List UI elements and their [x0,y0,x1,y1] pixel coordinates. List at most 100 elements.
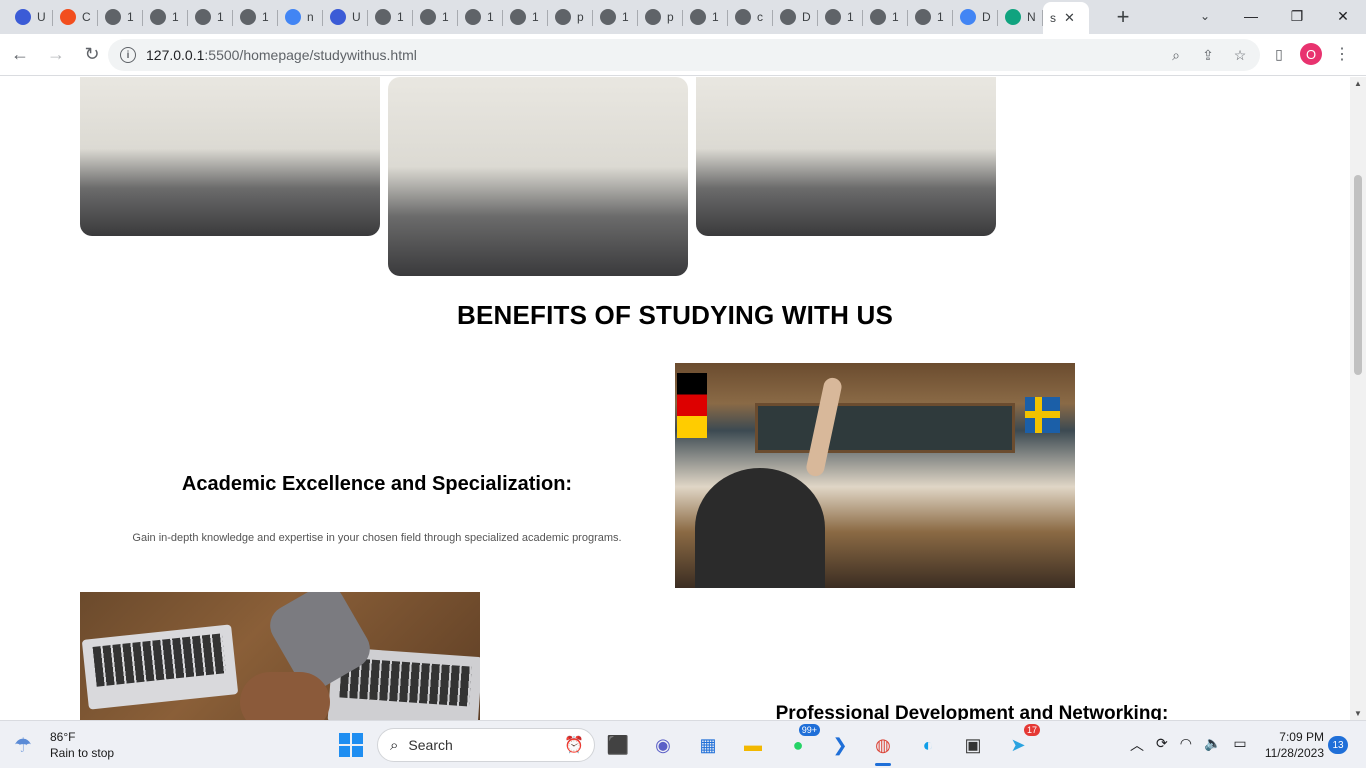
scroll-up-icon[interactable]: ▲ [1354,79,1362,88]
telegram-badge: 17 [1023,724,1040,736]
docs-icon [960,9,976,25]
browser-tab[interactable]: N [998,4,1043,30]
browser-tab[interactable]: C [53,4,98,30]
browser-tab[interactable]: 1 [503,4,548,30]
task-view-icon[interactable]: ⬛ [602,729,634,761]
tab-label: N [1027,10,1036,24]
gallery-photo-1 [80,77,380,236]
tab-label: U [37,10,46,24]
page-scrollbar[interactable]: ▲ ▼ [1350,77,1366,720]
start-button-icon[interactable] [339,733,363,757]
browser-tab[interactable]: 1 [143,4,188,30]
telegram-icon[interactable]: ➤ 17 [1002,724,1040,761]
tab-label: 1 [217,10,224,24]
benefit-title-academic: Academic Excellence and Specialization: [181,473,573,495]
chalkboard [755,403,1015,453]
restore-icon[interactable]: ❐ [1274,0,1320,32]
bookmark-star-icon[interactable]: ☆ [1230,45,1250,65]
search-highlight-icon: ⏰ [564,737,584,754]
side-panel-icon[interactable]: ▯ [1268,43,1290,65]
chrome-icon[interactable]: ◍ [867,729,899,766]
tab-label: 1 [532,10,539,24]
teams-chat-icon[interactable]: ◉ [647,729,679,761]
new-tab-icon[interactable]: + [1109,3,1137,31]
tab-search-icon[interactable]: ⌄ [1192,4,1218,28]
scroll-down-icon[interactable]: ▼ [1354,709,1362,718]
globe-icon [645,9,661,25]
browser-tab[interactable]: 1 [908,4,953,30]
reload-icon[interactable]: ↻ [76,39,108,71]
whatsapp-badge: 99+ [798,724,820,736]
tab-label: 1 [487,10,494,24]
browser-tab[interactable]: 1 [683,4,728,30]
globe-icon [150,9,166,25]
whatsapp-icon[interactable]: ● 99+ [782,724,820,761]
browser-tab[interactable]: 1 [413,4,458,30]
forward-icon[interactable]: → [40,39,72,71]
laptop-shape [81,624,239,710]
globe-icon [780,9,796,25]
gallery-photo-2 [388,77,688,276]
tab-label: c [757,10,763,24]
browser-tab[interactable]: U [323,4,368,30]
browser-tab[interactable]: n [278,4,323,30]
globe-icon [690,9,706,25]
tab-label: C [82,10,91,24]
browser-tab[interactable]: 1 [458,4,503,30]
browser-tab[interactable]: 1 [368,4,413,30]
tab-label: n [307,10,314,24]
notification-badge[interactable]: 13 [1328,736,1348,754]
volume-icon[interactable]: 🔈 [1204,735,1221,755]
globe-icon [870,9,886,25]
section-title: BENEFITS OF STUDYING WITH US [456,300,894,330]
weather-widget[interactable]: ☂ 86°F Rain to stop [14,729,114,761]
taskbar-search[interactable]: ⌕ Search ⏰ [377,728,595,762]
weather-temp: 86°F [50,730,76,744]
browser-tab[interactable]: 1 [863,4,908,30]
browser-tab[interactable]: D [953,4,998,30]
browser-tab[interactable]: 1 [818,4,863,30]
store-icon[interactable]: ▦ [692,729,724,761]
back-icon[interactable]: ← [4,39,36,71]
lecture-hall-photo [675,363,1075,588]
wifi-icon[interactable]: ◠ [1180,735,1192,755]
sync-icon[interactable]: ⟳ [1156,735,1168,755]
globe-icon [600,9,616,25]
url-text: 127.0.0.1:5500/homepage/studywithus.html [146,47,417,63]
close-window-icon[interactable]: ✕ [1320,0,1366,32]
windows-taskbar: ☂ 86°F Rain to stop ⌕ Search ⏰ ⬛ ◉ ▦ ▬ ●… [0,720,1366,768]
browser-tab-active[interactable]: s ✕ [1043,2,1089,34]
browser-tab[interactable]: 1 [233,4,278,30]
browser-tab[interactable]: 1 [98,4,143,30]
edge-icon[interactable]: ◐ [912,729,944,761]
profile-avatar[interactable]: O [1300,43,1322,65]
tray-chevron-icon[interactable]: ︿ [1130,735,1144,755]
scrollbar-thumb[interactable] [1354,175,1362,375]
weather-desc: Rain to stop [50,746,115,760]
site-info-icon[interactable]: i [120,47,136,63]
browser-tab[interactable]: 1 [593,4,638,30]
taskbar-clock[interactable]: 7:09 PM 11/28/2023 [1258,729,1324,761]
tab-label: D [802,10,811,24]
share-icon[interactable]: ⇪ [1198,45,1218,65]
file-explorer-icon[interactable]: ▬ [737,729,769,761]
terminal-icon[interactable]: ▣ [957,729,989,761]
browser-tab[interactable]: c [728,4,773,30]
browser-tab[interactable]: p [638,4,683,30]
menu-kebab-icon[interactable]: ⋮ [1332,44,1352,64]
address-bar[interactable]: i 127.0.0.1:5500/homepage/studywithus.ht… [108,39,1260,71]
globe-icon [105,9,121,25]
tab-label: 1 [622,10,629,24]
close-tab-icon[interactable]: ✕ [1064,10,1075,26]
chatgpt-icon [1005,9,1021,25]
browser-tab[interactable]: 1 [188,4,233,30]
tab-label: 1 [127,10,134,24]
search-icon: ⌕ [390,736,399,754]
browser-tab[interactable]: D [773,4,818,30]
battery-icon[interactable]: ▭ [1233,735,1246,755]
zoom-icon[interactable]: ⌕ [1166,45,1186,65]
minimize-icon[interactable]: — [1228,0,1274,32]
vscode-icon[interactable]: ❯ [824,729,856,761]
browser-tab[interactable]: p [548,4,593,30]
browser-tab[interactable]: U [8,4,53,30]
